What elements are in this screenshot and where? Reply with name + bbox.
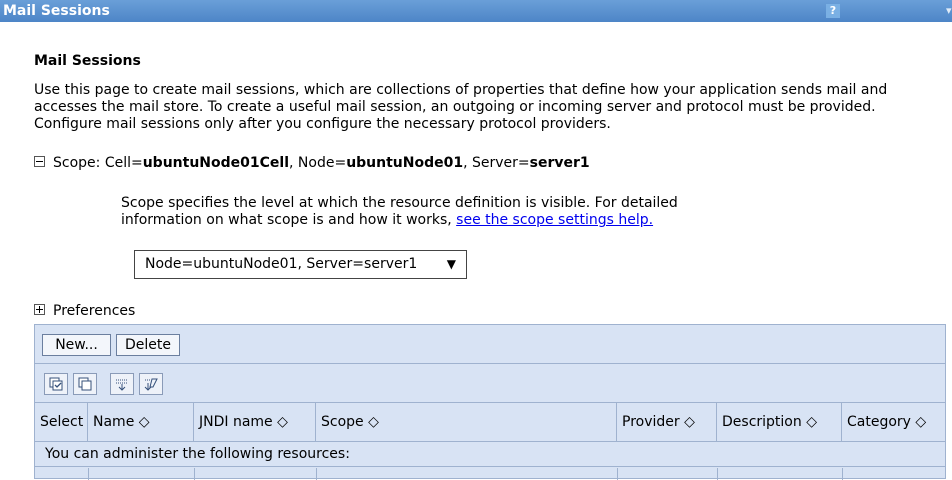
- help-icon[interactable]: ?: [826, 4, 840, 18]
- col-select: Select: [35, 403, 88, 441]
- deselect-all-icon[interactable]: [73, 373, 97, 395]
- col-name[interactable]: Name ◇: [88, 403, 194, 441]
- window-title: Mail Sessions: [3, 3, 110, 19]
- scope-server-label: , Server=: [463, 155, 530, 171]
- sort-icon: ◇: [138, 414, 150, 430]
- show-filter-icon[interactable]: [110, 373, 134, 395]
- page-title: Mail Sessions: [34, 53, 141, 69]
- scope-node: ubuntuNode01: [346, 155, 464, 171]
- sort-icon: ◇: [915, 414, 927, 430]
- dropdown-arrow-icon: ▼: [446, 257, 456, 271]
- col-category[interactable]: Category ◇: [842, 403, 945, 441]
- sort-icon: ◇: [806, 414, 817, 430]
- select-all-icon[interactable]: [44, 373, 68, 395]
- delete-button[interactable]: Delete: [116, 334, 180, 356]
- preferences-label: Preferences: [53, 303, 136, 319]
- collapse-icon[interactable]: ▾: [946, 0, 952, 22]
- table-row: [35, 468, 945, 480]
- col-jndi-name[interactable]: JNDI name ◇: [194, 403, 316, 441]
- col-provider[interactable]: Provider ◇: [617, 403, 717, 441]
- sort-icon: ◇: [684, 414, 695, 430]
- scope-node-label: , Node=: [289, 155, 347, 171]
- col-description[interactable]: Description ◇: [717, 403, 842, 441]
- scope-cell: ubuntuNode01Cell: [142, 155, 290, 171]
- expand-icon[interactable]: [34, 304, 45, 315]
- title-bar: Mail Sessions ? ▾: [0, 0, 952, 22]
- scope-help: Scope specifies the level at which the r…: [121, 195, 741, 229]
- col-scope[interactable]: Scope ◇: [316, 403, 617, 441]
- clear-filter-icon[interactable]: [139, 373, 163, 395]
- collapse-scope-icon[interactable]: [34, 156, 45, 167]
- scope-server: server1: [529, 155, 590, 171]
- resource-notice: You can administer the following resourc…: [35, 442, 945, 467]
- resource-table-panel: New... Delete Select Name ◇ JNDI name ◇ …: [34, 324, 946, 480]
- icon-toolbar: [35, 364, 945, 403]
- new-button[interactable]: New...: [42, 334, 111, 356]
- button-toolbar: New... Delete: [35, 325, 945, 364]
- table-header: Select Name ◇ JNDI name ◇ Scope ◇ Provid…: [35, 403, 945, 442]
- sort-icon: ◇: [368, 414, 379, 430]
- scope-row: Scope: Cell=ubuntuNode01Cell, Node=ubunt…: [34, 154, 590, 172]
- sort-icon: ◇: [277, 414, 288, 430]
- scope-help-link[interactable]: see the scope settings help.: [456, 212, 653, 228]
- preferences-toggle[interactable]: Preferences: [34, 302, 135, 320]
- scope-select-value: Node=ubuntuNode01, Server=server1: [145, 256, 418, 272]
- page-description: Use this page to create mail sessions, w…: [34, 82, 888, 132]
- scope-select[interactable]: Node=ubuntuNode01, Server=server1 ▼: [134, 250, 467, 279]
- scope-prefix: Scope: Cell=: [53, 155, 143, 171]
